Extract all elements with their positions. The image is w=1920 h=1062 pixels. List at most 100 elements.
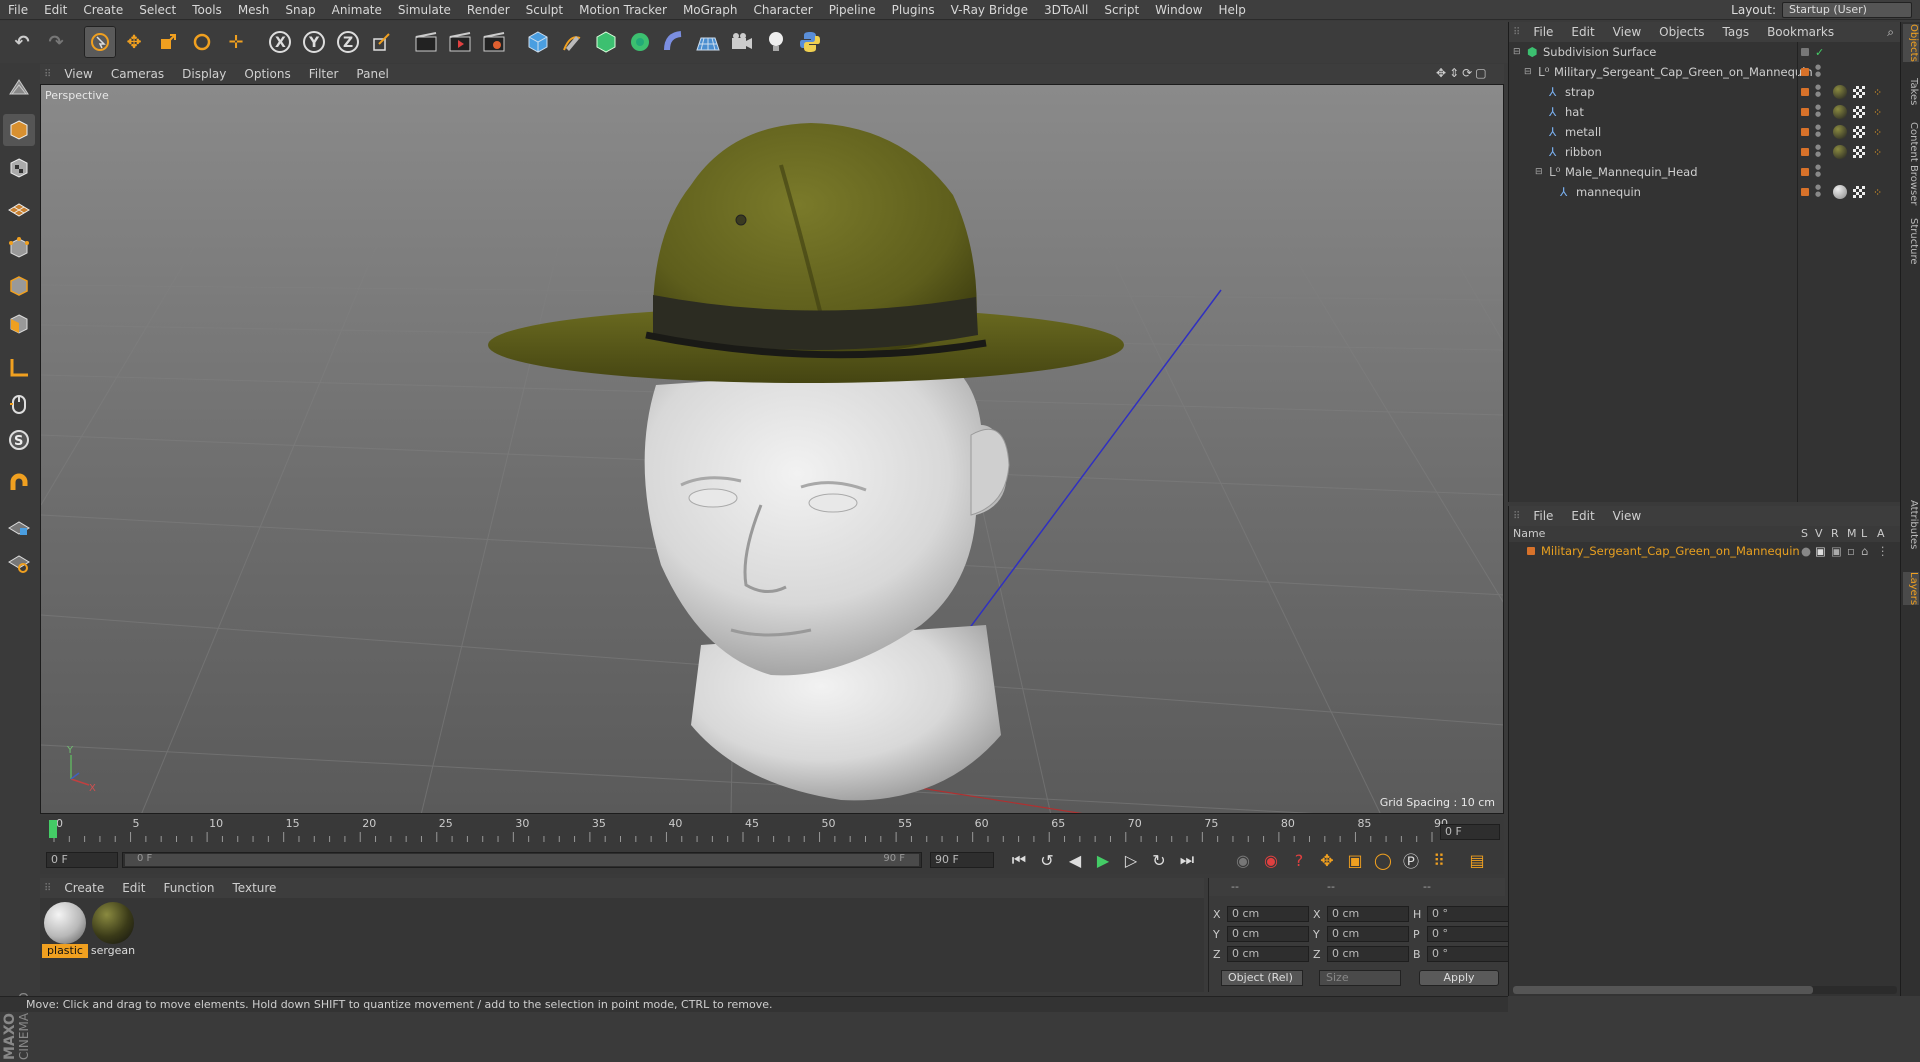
floor-button[interactable] xyxy=(692,26,724,58)
live-selection-button[interactable] xyxy=(84,26,116,58)
playhead[interactable] xyxy=(49,820,57,838)
snap-button[interactable]: S xyxy=(3,424,35,456)
menu-select[interactable]: Select xyxy=(131,3,184,17)
layer-column-m[interactable]: M xyxy=(1847,527,1857,540)
menu-help[interactable]: Help xyxy=(1210,3,1253,17)
menu-sculpt[interactable]: Sculpt xyxy=(518,3,571,17)
position-x-field[interactable]: 0 cm xyxy=(1227,906,1309,922)
magnet-button[interactable] xyxy=(3,468,35,500)
render-view-button[interactable] xyxy=(410,26,442,58)
tweak-mode-button[interactable] xyxy=(3,388,35,420)
layer-anim-icon[interactable]: ⋮ xyxy=(1877,544,1889,558)
menu-motion-tracker[interactable]: Motion Tracker xyxy=(571,3,675,17)
layer-tag-icon[interactable] xyxy=(1801,188,1809,196)
viewport-menu-cameras[interactable]: Cameras xyxy=(102,67,173,81)
next-frame-icon[interactable]: ▷ xyxy=(1118,848,1144,872)
material-menu-texture[interactable]: Texture xyxy=(224,881,286,895)
key-rotation-icon[interactable]: ◯ xyxy=(1370,848,1396,872)
object-row-subdivision-surface[interactable]: ⊟ ⬢ Subdivision Surface ✓ xyxy=(1509,42,1901,62)
render-settings-button[interactable] xyxy=(478,26,510,58)
rotate-tool-button[interactable] xyxy=(186,26,218,58)
layer-menu-view[interactable]: View xyxy=(1604,509,1650,523)
keyframe-selection-icon[interactable]: ? xyxy=(1286,848,1312,872)
visibility-dots-icon[interactable]: ● ● xyxy=(1815,84,1821,98)
side-tab-takes[interactable]: Takes xyxy=(1903,78,1919,105)
texture-mode-button[interactable] xyxy=(3,152,35,184)
layer-tag-icon[interactable] xyxy=(1801,128,1809,136)
model-mode-button[interactable] xyxy=(3,114,35,146)
layer-column-s[interactable]: S xyxy=(1801,527,1808,540)
menu-simulate[interactable]: Simulate xyxy=(390,3,459,17)
layer-tag-icon[interactable] xyxy=(1801,108,1809,116)
material-tag-icon[interactable] xyxy=(1833,145,1847,159)
layer-tag-icon[interactable] xyxy=(1801,88,1809,96)
material-tag-icon[interactable] xyxy=(1833,85,1847,99)
cube-primitive-button[interactable] xyxy=(522,26,554,58)
menu-3dtoall[interactable]: 3DToAll xyxy=(1036,3,1096,17)
menu-create[interactable]: Create xyxy=(75,3,131,17)
lock-workplane-button[interactable] xyxy=(3,510,35,542)
layer-column-v[interactable]: V xyxy=(1815,527,1823,540)
menu-snap[interactable]: Snap xyxy=(277,3,323,17)
layer-menu-edit[interactable]: Edit xyxy=(1562,509,1603,523)
dolly-view-icon[interactable]: ⇕ xyxy=(1449,66,1459,82)
toggle-view-icon[interactable]: ▢ xyxy=(1475,66,1486,82)
visibility-dots-icon[interactable]: ● ● xyxy=(1815,104,1821,118)
rotate-view-icon[interactable]: ⟳ xyxy=(1462,66,1472,82)
coordinate-mode-dropdown[interactable]: Object (Rel) xyxy=(1221,970,1303,986)
menu-pipeline[interactable]: Pipeline xyxy=(821,3,884,17)
uvw-tag-icon[interactable] xyxy=(1853,86,1865,98)
object-row-male-mannequin-head[interactable]: ⊟ L⁰ Male_Mannequin_Head ● ● xyxy=(1509,162,1901,182)
size-mode-dropdown[interactable]: Size xyxy=(1319,970,1401,986)
z-axis-lock-button[interactable]: Z xyxy=(332,26,364,58)
end-frame-field[interactable]: 90 F xyxy=(930,852,994,868)
material-sergeant[interactable]: sergean xyxy=(90,902,136,960)
object-row-military-sergeant-cap-green-on-mannequin[interactable]: ⊟ L⁰ Military_Sergeant_Cap_Green_on_Manneq… xyxy=(1509,62,1901,82)
layer-column-r[interactable]: R xyxy=(1831,527,1839,540)
layer-scrollbar[interactable] xyxy=(1513,986,1897,994)
menu-mograph[interactable]: MoGraph xyxy=(675,3,746,17)
phong-tag-icon[interactable]: ⁘ xyxy=(1873,86,1882,99)
menu-mesh[interactable]: Mesh xyxy=(230,3,278,17)
object-menu-file[interactable]: File xyxy=(1524,25,1562,39)
rotation-p-field[interactable]: 0 ° xyxy=(1427,926,1509,942)
layout-dropdown[interactable]: Startup (User) xyxy=(1782,2,1912,18)
material-menu-create[interactable]: Create xyxy=(55,881,113,895)
uvw-tag-icon[interactable] xyxy=(1853,106,1865,118)
edges-mode-button[interactable] xyxy=(3,270,35,302)
go-to-start-icon[interactable]: ⏮ xyxy=(1006,848,1032,872)
viewport-menu-view[interactable]: View xyxy=(55,67,101,81)
menu-animate[interactable]: Animate xyxy=(324,3,390,17)
perspective-viewport[interactable]: Y X Perspective Grid Spacing : 10 cm xyxy=(40,84,1504,814)
python-button[interactable] xyxy=(794,26,826,58)
object-menu-tags[interactable]: Tags xyxy=(1714,25,1759,39)
object-menu-view[interactable]: View xyxy=(1604,25,1650,39)
layer-column-l[interactable]: L xyxy=(1861,527,1867,540)
layer-name[interactable]: Military_Sergeant_Cap_Green_on_Mannequin xyxy=(1541,544,1800,558)
object-row-hat[interactable]: ⅄ hat ● ● ⁘ xyxy=(1509,102,1901,122)
phong-tag-icon[interactable]: ⁘ xyxy=(1873,146,1882,159)
side-tab-layers[interactable]: Layers xyxy=(1903,572,1919,606)
y-axis-lock-button[interactable]: Y xyxy=(298,26,330,58)
phong-tag-icon[interactable]: ⁘ xyxy=(1873,106,1882,119)
layer-menu-file[interactable]: File xyxy=(1524,509,1562,523)
viewport-menu-filter[interactable]: Filter xyxy=(300,67,348,81)
prev-frame-icon[interactable]: ◀ xyxy=(1062,848,1088,872)
make-editable-button[interactable] xyxy=(3,72,35,104)
redo-button[interactable]: ↷ xyxy=(40,26,72,58)
expand-toggle-icon[interactable]: ⊟ xyxy=(1535,167,1543,177)
material-tag-icon[interactable] xyxy=(1833,125,1847,139)
layer-row[interactable]: Military_Sergeant_Cap_Green_on_Mannequin… xyxy=(1509,542,1900,560)
key-position-icon[interactable]: ✥ xyxy=(1314,848,1340,872)
layer-tag-icon[interactable] xyxy=(1801,168,1809,176)
rotation-b-field[interactable]: 0 ° xyxy=(1427,946,1509,962)
material-menu-edit[interactable]: Edit xyxy=(113,881,154,895)
object-search-icon[interactable]: ⌕ xyxy=(1881,25,1900,40)
viewport-menu-panel[interactable]: Panel xyxy=(347,67,397,81)
menu-v-ray-bridge[interactable]: V-Ray Bridge xyxy=(943,3,1036,17)
apply-button[interactable]: Apply xyxy=(1419,970,1499,986)
material-plastic[interactable]: plastic xyxy=(42,902,88,960)
start-frame-field[interactable]: 0 F xyxy=(46,852,118,868)
light-button[interactable] xyxy=(760,26,792,58)
move-view-icon[interactable]: ✥ xyxy=(1436,66,1446,82)
